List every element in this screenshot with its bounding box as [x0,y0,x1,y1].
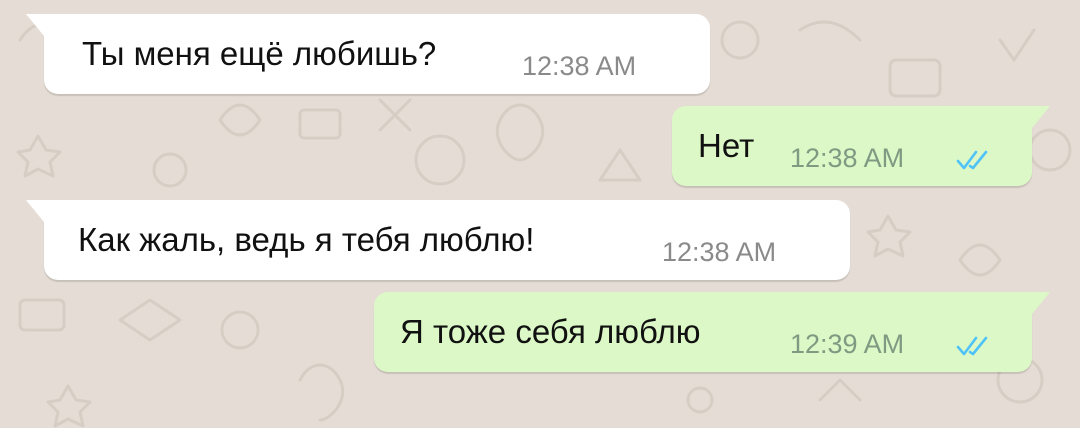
message-time: 12:38 AM [662,237,777,267]
message-time: 12:38 AM [790,143,905,173]
bubble-tail [26,200,44,222]
message-incoming[interactable]: Как жаль, ведь я тебя люблю! 12:38 AM [26,200,850,280]
message-outgoing[interactable]: Нет 12:38 AM [672,106,1050,186]
bubble-tail [26,14,44,36]
message-time: 12:38 AM [522,51,637,81]
message-incoming[interactable]: Ты меня ещё любишь? 12:38 AM [26,14,710,94]
message-text: Как жаль, ведь я тебя люблю! [78,221,535,258]
double-check-read-icon [956,150,988,170]
bubble-tail [1032,292,1050,314]
message-text: Я тоже себя люблю [400,313,701,350]
message-outgoing[interactable]: Я тоже себя люблю 12:39 AM [374,292,1050,372]
bubble-tail [1032,106,1050,128]
double-check-read-icon [956,336,988,356]
message-text: Нет [698,127,755,164]
message-text: Ты меня ещё любишь? [82,35,437,72]
message-time: 12:39 AM [790,329,905,359]
